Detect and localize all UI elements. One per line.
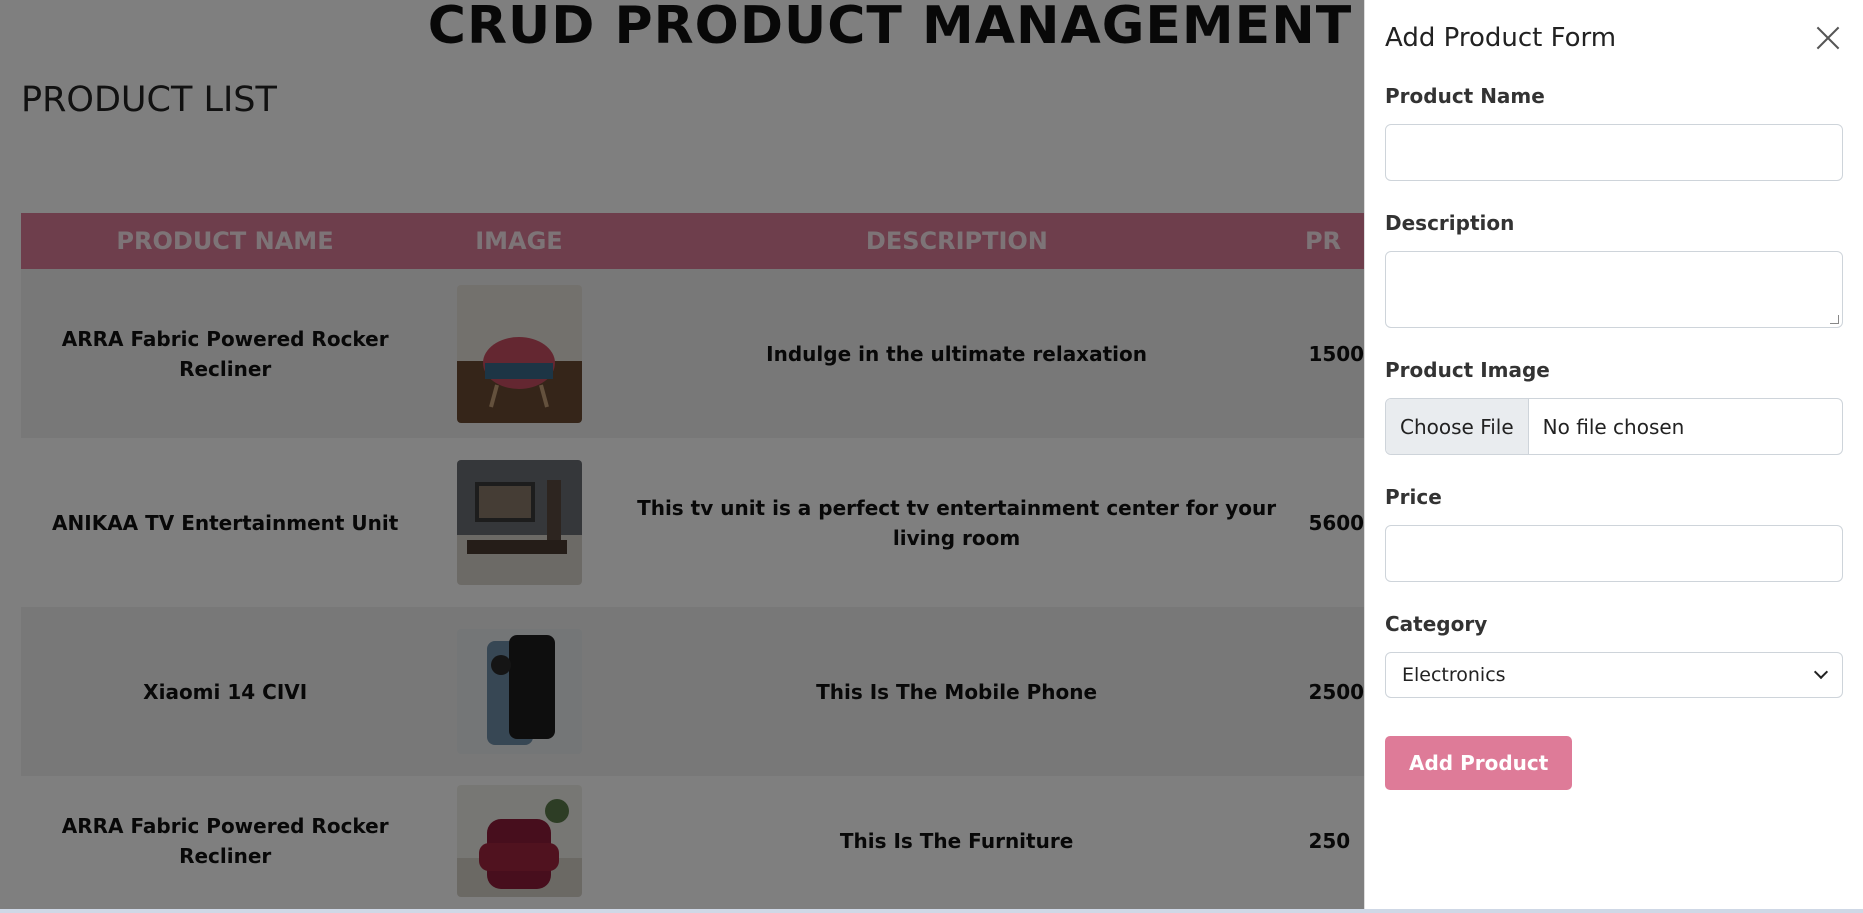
product-name-label: Product Name bbox=[1385, 84, 1545, 108]
window-bottom-edge bbox=[0, 909, 1863, 913]
file-status-text: No file chosen bbox=[1542, 414, 1685, 439]
add-product-drawer: Add Product Form Product Name Descriptio… bbox=[1364, 0, 1863, 910]
drawer-title: Add Product Form bbox=[1385, 23, 1617, 53]
description-label: Description bbox=[1385, 211, 1515, 235]
choose-file-button[interactable]: Choose File bbox=[1386, 399, 1529, 454]
category-select[interactable]: Electronics bbox=[1385, 652, 1843, 698]
product-name-input[interactable] bbox=[1385, 124, 1843, 181]
chevron-down-icon bbox=[1813, 664, 1829, 680]
add-product-form: Product Name Description Product Image C… bbox=[1385, 84, 1843, 790]
price-input[interactable] bbox=[1385, 525, 1843, 582]
category-label: Category bbox=[1385, 612, 1488, 636]
add-product-button[interactable]: Add Product bbox=[1385, 736, 1573, 790]
product-image-file-input[interactable]: Choose File No file chosen bbox=[1385, 398, 1843, 455]
close-icon[interactable] bbox=[1815, 25, 1841, 51]
category-selected-value: Electronics bbox=[1402, 664, 1506, 686]
description-textarea[interactable] bbox=[1385, 251, 1843, 328]
product-image-label: Product Image bbox=[1385, 358, 1550, 382]
price-label: Price bbox=[1385, 485, 1442, 509]
drawer-header: Add Product Form bbox=[1385, 20, 1843, 56]
